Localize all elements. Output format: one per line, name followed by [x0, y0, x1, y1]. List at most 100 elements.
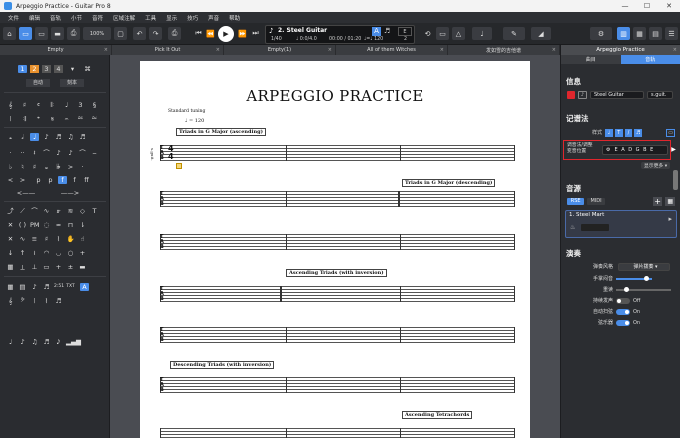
let-ring-icon[interactable]: ◌ [42, 221, 51, 229]
strum-icon[interactable]: ≀ [30, 249, 39, 257]
voice-menu-icon[interactable]: ▾ [68, 65, 77, 73]
tap-icon[interactable]: T [90, 207, 99, 215]
time-sig-icon[interactable]: 𝄴 [34, 101, 43, 109]
tab-staff-3[interactable]: TAB [160, 234, 515, 252]
up-icon[interactable]: ⊥ [30, 263, 39, 271]
picking-select[interactable]: 弹片拨奏 ▾ [618, 262, 670, 271]
loop-icon[interactable]: ⟲ [421, 27, 434, 40]
pickup-mic-icon[interactable]: ♨ [570, 224, 575, 231]
menu-file[interactable]: 文件 [8, 14, 19, 22]
pen-tool-icon[interactable]: ✎ [503, 27, 525, 40]
whole-note-icon[interactable]: 𝅝 [6, 133, 15, 141]
bar-line-icon[interactable]: 𝄁 [30, 297, 39, 305]
dotted-icon[interactable]: · [6, 149, 15, 157]
tuning-text[interactable]: Standard tuning [168, 109, 205, 114]
add-sound-icon[interactable]: + [652, 197, 663, 206]
rest-icon[interactable]: 𝄽 [30, 149, 39, 157]
rhythm-5-icon[interactable]: 𝅘𝅥𝅯 [54, 338, 63, 346]
mf-icon[interactable]: f [58, 176, 67, 184]
metronome-icon[interactable]: ♬ [384, 27, 390, 35]
home-icon[interactable]: ⌂ [3, 27, 16, 40]
tab-all-of-them-witches[interactable]: All of them Witches × [336, 45, 448, 55]
tab-song[interactable]: 曲目 [561, 55, 621, 64]
rhythm-1-icon[interactable]: ♩ [6, 338, 15, 346]
accent-icon[interactable]: > [66, 163, 75, 171]
slider-handle[interactable] [624, 286, 629, 292]
menu-tools[interactable]: 工具 [145, 14, 156, 22]
score-title[interactable]: ARPEGGIO PRACTICE [140, 87, 530, 105]
fermata-icon[interactable]: 𝄐 [62, 115, 71, 123]
mp-icon[interactable]: p [46, 176, 55, 184]
auto-strum-toggle[interactable] [616, 308, 630, 315]
clef-icon[interactable]: 𝄞 [6, 101, 15, 109]
voice-1-button[interactable]: 1 [18, 65, 27, 73]
lock-icon[interactable]: ⌘ [83, 65, 92, 73]
menu-track[interactable]: 音轨 [50, 14, 61, 22]
half-note-icon[interactable]: 𝅗𝅥 [18, 133, 27, 141]
auto-button[interactable]: 自动 [26, 79, 50, 87]
maximize-button[interactable]: ☐ [636, 0, 658, 12]
close-button[interactable]: ✕ [658, 0, 680, 12]
tempo-icon[interactable]: ♩ [62, 101, 71, 109]
section-label-2[interactable]: Triads in G Major (descending) [402, 179, 496, 187]
cresc-icon[interactable]: < [6, 176, 15, 184]
plus-icon[interactable]: + [54, 263, 63, 271]
staccato-icon[interactable]: · [78, 163, 87, 171]
close-tab-icon[interactable]: × [673, 47, 677, 53]
annotation-icon[interactable]: A [80, 283, 89, 291]
section-label-5[interactable]: Ascending Tetrachords [402, 411, 473, 419]
levels-icon[interactable]: ▂▄▆ [66, 338, 81, 346]
menu-note[interactable]: 音符 [92, 14, 103, 22]
close-tab-icon[interactable]: × [216, 47, 220, 53]
text-icon[interactable]: ♬ [42, 283, 51, 291]
string-instrument-toggle[interactable] [616, 319, 630, 326]
fret-icon[interactable]: ▭ [42, 263, 51, 271]
crescendo-hairpin-icon[interactable]: <—— [6, 189, 46, 197]
rhythm-4-icon[interactable]: ♬ [42, 338, 51, 346]
voice-2-button[interactable]: 2 [30, 65, 39, 73]
palm-mute-slider[interactable] [616, 275, 652, 281]
zoom-select[interactable]: 100% [83, 27, 111, 40]
rhythm-3-icon[interactable]: ♫ [30, 338, 39, 346]
pp-icon[interactable]: p [34, 176, 43, 184]
fade-icon[interactable]: ◠ [42, 249, 51, 257]
ff-icon[interactable]: ff [82, 176, 91, 184]
inspector-toggle-icon[interactable]: ▥ [617, 27, 630, 40]
arrow-down-icon[interactable]: ↓ [6, 249, 15, 257]
inspector-scrollbar[interactable] [673, 170, 678, 190]
palm-mute-icon[interactable]: PM [30, 221, 40, 229]
tab-fa-ru-xue[interactable]: 发如雪的吉他谱 × [448, 45, 560, 55]
tempo-marking[interactable]: ♩ = 120 [185, 118, 204, 124]
mixer-icon[interactable]: ⚙ [590, 27, 612, 40]
slash-notation-icon[interactable]: / [624, 128, 633, 137]
section-label-3[interactable]: Ascending Triads (with inversion) [286, 269, 387, 277]
print-preview-icon[interactable]: ⎙ [168, 27, 181, 40]
zoom-out-icon[interactable]: ▢ [114, 27, 127, 40]
tab-staff-5[interactable]: TAB [160, 327, 515, 345]
menu-view[interactable]: 显示 [166, 14, 177, 22]
pick-stroke-icon[interactable]: ⊓ [66, 221, 75, 229]
tab-notation-icon[interactable]: T [614, 128, 623, 137]
brush-icon[interactable]: ⇂ [78, 221, 87, 229]
close-tab-icon[interactable]: × [328, 47, 332, 53]
x-note-icon[interactable]: ✕ [6, 235, 15, 243]
track-name-input[interactable]: Steel Guitar [590, 90, 644, 99]
timer-icon[interactable]: 2:51 [54, 283, 64, 291]
eighth-note-icon[interactable]: ♪ [42, 133, 51, 141]
hand-icon[interactable]: ✋ [66, 235, 75, 243]
last-bar-icon[interactable]: ⏭ [249, 27, 262, 40]
pickup-icon[interactable]: ♬ [54, 297, 63, 305]
section-icon[interactable]: § [90, 101, 99, 109]
section-label-1[interactable]: Triads in G Major (ascending) [176, 128, 266, 136]
tab-empty-1[interactable]: Empty(1) × [224, 45, 336, 55]
close-tab-icon[interactable]: × [552, 47, 556, 53]
settings-icon[interactable]: ☰ [665, 27, 678, 40]
dal-segno-icon[interactable]: 𝄉 [76, 115, 85, 123]
horizontal-view-icon[interactable]: ▬ [51, 27, 64, 40]
tab-track[interactable]: 音轨 [620, 55, 680, 64]
ghost-note-icon[interactable]: ( ) [18, 221, 27, 229]
print-icon[interactable]: ⎙ [67, 27, 80, 40]
short-name-input[interactable]: s.guit. [647, 90, 673, 99]
trill-icon[interactable]: 𝆖 [54, 207, 63, 215]
voice-3-button[interactable]: 3 [42, 65, 51, 73]
